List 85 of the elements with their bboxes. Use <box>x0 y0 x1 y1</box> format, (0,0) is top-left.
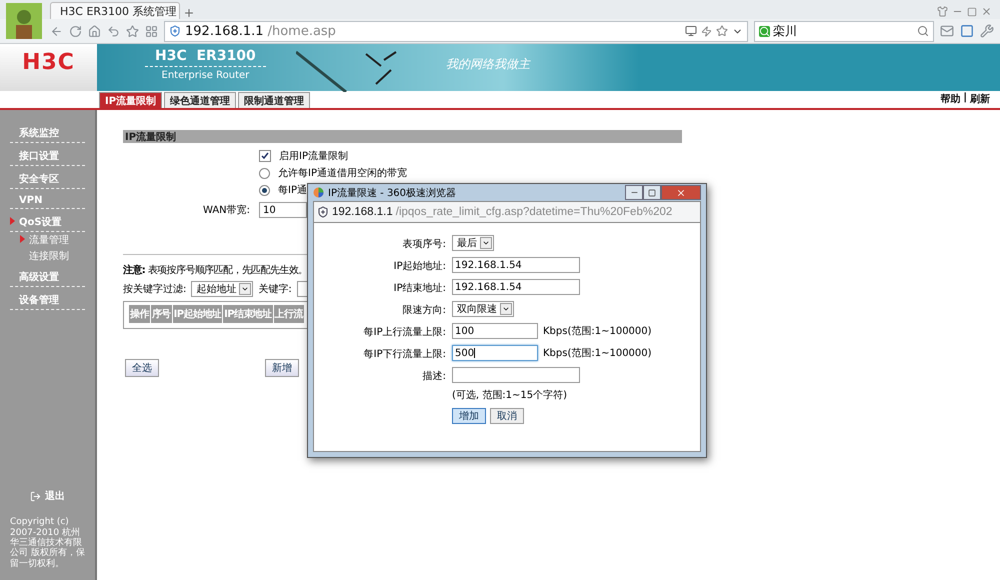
close-button[interactable] <box>661 185 701 200</box>
input-field[interactable] <box>452 367 580 383</box>
field-label: 描述: <box>422 370 446 383</box>
dialog-button[interactable]: 增加 <box>452 408 486 424</box>
shield-icon <box>169 25 181 37</box>
search-icon[interactable] <box>917 25 929 37</box>
field-label: 每IP上行流量上限: <box>362 326 446 339</box>
refresh-icon[interactable] <box>69 24 82 38</box>
grid-icon[interactable] <box>145 24 158 38</box>
logo: H3C <box>22 50 75 77</box>
radio-button[interactable] <box>259 184 270 196</box>
browser-tab[interactable]: H3C ER3100 系统管理 <box>50 2 180 19</box>
banner-slogan: 我的网络我做主 <box>446 56 530 73</box>
field-label: 关键字: <box>258 282 292 296</box>
maximize-icon <box>648 188 656 196</box>
field-label: 每IP下行流量上限: <box>362 348 446 361</box>
address-bar[interactable]: 192.168.1.1 /ipqos_rate_limit_cfg.asp?datetime=Thu%20Feb%202 <box>313 201 701 223</box>
undo-icon[interactable] <box>107 24 120 38</box>
search-engine-icon <box>759 26 770 36</box>
refresh-link[interactable]: 刷新 <box>970 92 990 106</box>
field-label: 表项序号: <box>402 238 446 251</box>
column-header: 操作 <box>129 305 151 323</box>
input-field[interactable]: 192.168.1.54 <box>452 257 580 273</box>
dropdown-icon <box>239 283 252 295</box>
close-icon <box>676 188 686 198</box>
column-header: 序号 <box>150 305 173 323</box>
dropdown-icon <box>500 303 512 315</box>
back-icon[interactable] <box>50 24 63 38</box>
tab[interactable]: 绿色通道管理 <box>164 92 236 108</box>
field-label: IP结束地址: <box>392 282 446 295</box>
field-label: 限速方向: <box>402 304 446 317</box>
copyright-text: Copyright (c) 2007-2010 杭州华三通信技术有限公司 版权所有，保留一切权利。 <box>10 517 85 569</box>
dropdown-icon <box>480 237 492 249</box>
home-icon[interactable] <box>88 24 101 38</box>
wrench-icon[interactable] <box>980 24 994 38</box>
select-field[interactable]: 最后 <box>452 235 494 251</box>
input-field[interactable]: 192.168.1.54 <box>452 279 580 295</box>
window-title: IP流量限速 - 360极速浏览器 <box>328 186 456 200</box>
section-title: IP流量限制 <box>123 130 682 143</box>
input-field[interactable]: 500 <box>452 345 538 361</box>
maximize-icon[interactable] <box>967 6 977 16</box>
star-icon[interactable] <box>126 24 139 38</box>
mail-icon[interactable] <box>940 24 954 38</box>
dialog-button[interactable]: 取消 <box>490 408 524 424</box>
input-field[interactable]: 100 <box>452 323 538 339</box>
help-link[interactable]: 帮助 <box>940 92 960 106</box>
column-header: 上行流 <box>274 305 305 323</box>
tab[interactable]: IP流量限制 <box>99 92 162 108</box>
select-field[interactable]: 起始地址 <box>191 281 254 297</box>
logout-icon <box>30 490 41 502</box>
search-field[interactable]: 栾川 <box>754 20 934 42</box>
new-tab-icon[interactable] <box>183 7 195 19</box>
form-button[interactable]: 全选 <box>125 359 159 377</box>
checkbox[interactable] <box>259 150 271 162</box>
minimize-button[interactable] <box>625 185 643 200</box>
close-icon[interactable] <box>981 6 992 17</box>
banner-title: H3C ER3100 <box>145 48 266 67</box>
banner-subtitle: Enterprise Router <box>162 70 250 81</box>
lightning-icon[interactable] <box>701 26 712 36</box>
monitor-icon[interactable] <box>685 25 697 37</box>
field-label: IP起始地址: <box>392 260 446 273</box>
field-hint: (可选, 范围:1~15个字符) <box>452 388 568 402</box>
star-icon[interactable] <box>716 25 728 37</box>
field-label: 按关键字过滤: <box>123 282 186 296</box>
option-label: 允许每IP通道借用空闲的带宽 <box>278 166 407 180</box>
option-label: 每IP通 <box>278 184 307 197</box>
browser-logo-icon <box>313 187 324 198</box>
form-button[interactable]: 新增 <box>265 359 299 377</box>
separator: | <box>963 92 967 105</box>
field-hint: Kbps(范围:1~100000) <box>543 324 652 338</box>
field-hint: Kbps(范围:1~100000) <box>543 346 652 360</box>
address-bar[interactable]: 192.168.1.1 /home.asp <box>164 20 748 42</box>
shirt-icon[interactable] <box>937 6 948 17</box>
select-field[interactable]: 双向限速 <box>452 301 514 317</box>
note-icon[interactable] <box>960 24 974 38</box>
option-label: 启用IP流量限制 <box>279 150 348 163</box>
maximize-button[interactable] <box>643 185 661 200</box>
input-field[interactable]: 10 <box>259 202 308 218</box>
radio-button[interactable] <box>259 168 270 178</box>
column-header: IP起始地址 <box>172 305 224 323</box>
column-header: IP结束地址 <box>223 305 274 323</box>
tab[interactable]: 限制通道管理 <box>238 92 310 108</box>
shield-icon <box>317 206 329 218</box>
note-text: 注意: 表项按序号顺序匹配，先匹配先生效。 <box>123 263 308 277</box>
field-label: WAN带宽: <box>203 204 250 217</box>
